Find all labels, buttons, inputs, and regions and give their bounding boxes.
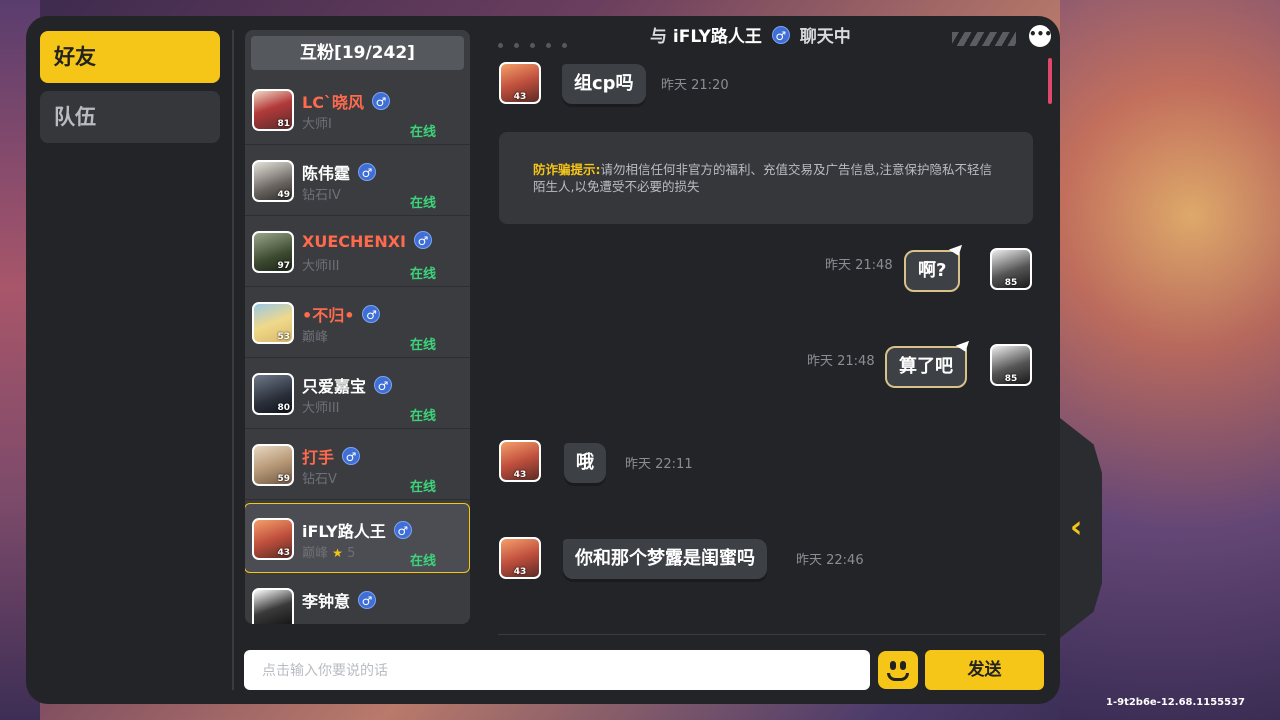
more-options-button[interactable]: ••• [1029,25,1052,47]
message-bubble: 组cp吗 [562,64,646,104]
level-badge: 49 [277,190,290,200]
friend-name: XUECHENXI ♂ [302,231,432,251]
avatar [252,588,294,624]
friend-name: 打手 ♂ [302,444,361,468]
male-icon: ♂ [342,447,361,465]
message-input[interactable] [244,650,864,692]
message-avatar[interactable]: 43 [499,440,541,482]
emoji-button[interactable] [878,651,918,689]
star-icon: ★ [332,546,343,560]
friend-list[interactable]: 互粉[19/242] 81 LC`晓风 ♂ 大师I 在线 49 陈伟霆 ♂ 钻石IV… [245,30,470,624]
online-status: 在线 [410,409,437,424]
scroll-indicator[interactable] [1048,58,1052,104]
notice-label: 防诈骗提示: [533,162,601,177]
avatar: 80 [252,373,294,415]
male-icon: ♂ [358,163,377,181]
level-badge: 97 [277,261,290,271]
message-bubble: 你和那个梦露是闺蜜吗 [563,539,767,579]
male-icon: ♂ [771,26,790,44]
message-avatar[interactable]: 85 [990,344,1032,386]
level-badge: 43 [277,548,290,558]
male-icon: ♂ [358,591,377,609]
message-timestamp: 昨天 22:11 [625,457,693,472]
male-icon: ♂ [362,305,381,323]
friend-name: LC`晓风 ♂ [302,89,390,113]
friend-name: 李钟意 ♂ [302,588,377,612]
online-status: 在线 [410,554,437,569]
message-input-box[interactable] [244,650,870,692]
online-status: 在线 [410,196,437,211]
message-avatar[interactable]: 43 [499,537,541,579]
version-label: 1-9t2b6e-12.68.1155537 [1106,697,1245,708]
message-bubble: 啊? [904,250,961,292]
avatar: 53 [252,302,294,344]
message-timestamp: 昨天 22:46 [796,553,864,568]
message-bubble: 哦 [564,443,606,483]
emoji-eye [890,661,896,670]
chat-title: 与 iFLY路人王 ♂ 聊天中 [650,26,851,47]
message-avatar[interactable]: 85 [990,248,1032,290]
friend-rank: 钻石IV [302,188,341,203]
friend-name: 只爱嘉宝 ♂ [302,373,393,397]
level-badge: 59 [277,474,290,484]
message-timestamp: 昨天 21:48 [807,354,875,369]
friend-rank: 大师III [302,259,340,274]
friend-name: 陈伟霆 ♂ [302,160,377,184]
decor-dots [498,33,578,52]
male-icon: ♂ [393,521,412,539]
friend-item[interactable]: 李钟意 ♂ [245,574,470,624]
friend-rank: 钻石V [302,472,337,487]
tab-friends[interactable]: 好友 [40,31,220,83]
friend-item[interactable]: 59 打手 ♂ 钻石V 在线 [245,430,470,500]
decor-stripes [952,32,1016,46]
message-bubble: 算了吧 [885,346,967,388]
tab-team[interactable]: 队伍 [40,91,220,143]
online-status: 在线 [410,267,437,282]
avatar: 97 [252,231,294,273]
online-status: 在线 [410,338,437,353]
smile-icon [887,673,909,681]
friend-item[interactable]: 49 陈伟霆 ♂ 钻石IV 在线 [245,146,470,216]
friend-item[interactable]: 80 只爱嘉宝 ♂ 大师III 在线 [245,359,470,429]
online-status: 在线 [410,480,437,495]
chevron-left-icon[interactable]: ‹ [1070,510,1082,545]
message-timestamp: 昨天 21:20 [661,78,729,93]
rank-stars: 5 [347,546,356,561]
friend-name: iFLY路人王 ♂ [302,518,412,542]
anti-fraud-notice: 防诈骗提示:请勿相信任何非官方的福利、充值交易及广告信息,注意保护隐私不轻信陌生… [499,132,1033,224]
male-icon: ♂ [374,376,393,394]
male-icon: ♂ [371,92,390,110]
friend-item[interactable]: 53 •不归• ♂ 巅峰 在线 [245,288,470,358]
chat-divider [498,634,1046,635]
male-icon: ♂ [414,231,432,249]
friend-item-selected[interactable]: 43 iFLY路人王 ♂ 巅峰 ★ 5 在线 [245,503,470,573]
friend-item[interactable]: 97 XUECHENXI ♂ 大师III 在线 [245,217,470,287]
level-badge: 81 [277,119,290,129]
friend-rank: 大师I [302,117,332,132]
friend-list-header: 互粉[19/242] [251,36,464,70]
divider [232,30,234,690]
level-badge: 53 [277,332,290,342]
message-avatar[interactable]: 43 [499,62,541,104]
friend-item[interactable]: 81 LC`晓风 ♂ 大师I 在线 [245,75,470,145]
friend-rank: 大师III [302,401,340,416]
avatar: 81 [252,89,294,131]
avatar: 43 [252,518,294,560]
notice-text: 请勿相信任何非官方的福利、充值交易及广告信息,注意保护隐私不轻信陌生人,以免遭受… [533,162,992,194]
emoji-eye [900,661,906,670]
avatar: 59 [252,444,294,486]
level-badge: 80 [277,403,290,413]
friend-rank: 巅峰 ★ 5 [302,546,356,561]
chat-partner-name: iFLY路人王 [672,27,762,47]
avatar: 49 [252,160,294,202]
send-button[interactable]: 发送 [925,650,1044,690]
online-status: 在线 [410,125,437,140]
friend-rank: 巅峰 [302,330,329,345]
friend-name: •不归• ♂ [302,302,381,326]
message-timestamp: 昨天 21:48 [825,258,893,273]
